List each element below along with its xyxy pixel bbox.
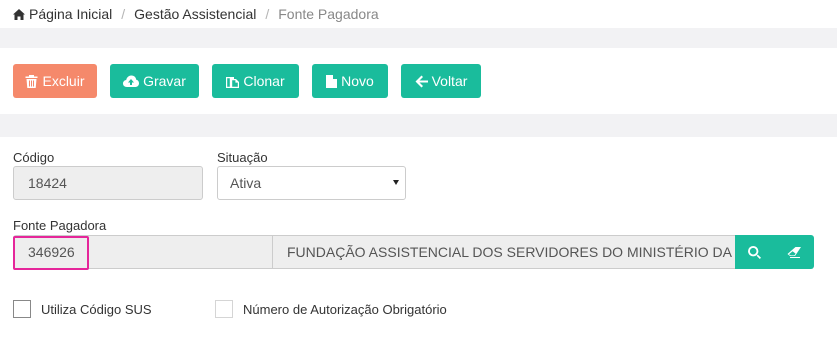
num-autorizacao-checkbox[interactable] [215,300,233,318]
gravar-button[interactable]: Gravar [110,64,199,98]
utiliza-sus-label: Utiliza Código SUS [41,302,152,317]
clonar-button[interactable]: Clonar [212,64,299,98]
novo-button-label: Novo [341,73,374,89]
fonte-pagadora-actions [735,235,814,269]
num-autorizacao-label: Número de Autorização Obrigatório [243,302,447,317]
breadcrumb-current: Fonte Pagadora [278,6,379,22]
situacao-selected-value: Ativa [230,175,262,191]
copy-icon [226,76,240,88]
codigo-field[interactable]: 18424 [13,166,203,200]
search-icon [748,245,761,259]
arrow-left-icon [415,75,428,87]
action-toolbar: Excluir Gravar Clonar Novo Voltar [0,48,837,114]
home-icon [13,8,25,20]
highlight-box [13,236,89,270]
excluir-button-label: Excluir [42,73,85,89]
fonte-pagadora-label: Fonte Pagadora [13,218,107,233]
divider-band [0,114,837,137]
cloud-upload-icon [123,75,140,87]
divider-band [0,28,837,48]
clear-button[interactable] [774,235,813,269]
gravar-button-label: Gravar [143,73,186,89]
search-button[interactable] [735,235,774,269]
file-icon [326,74,338,88]
breadcrumb: Página Inicial / Gestão Assistencial / F… [0,0,837,28]
breadcrumb-separator: / [121,6,126,22]
situacao-label: Situação [217,150,268,165]
excluir-button[interactable]: Excluir [13,64,97,98]
codigo-label: Código [13,150,55,165]
codigo-value: 18424 [28,175,67,191]
fonte-pagadora-name-field[interactable]: FUNDAÇÃO ASSISTENCIAL DOS SERVIDORES DO … [272,235,736,269]
breadcrumb-separator: / [265,6,270,22]
breadcrumb-section-link[interactable]: Gestão Assistencial [134,6,256,22]
fonte-pagadora-name-value: FUNDAÇÃO ASSISTENCIAL DOS SERVIDORES DO … [287,244,736,260]
chevron-down-icon [393,180,399,185]
voltar-button-label: Voltar [431,73,468,89]
voltar-button[interactable]: Voltar [401,64,481,98]
situacao-select[interactable]: Ativa [217,166,406,200]
clonar-button-label: Clonar [243,73,285,89]
novo-button[interactable]: Novo [312,64,388,98]
utiliza-sus-checkbox[interactable] [13,300,31,318]
trash-icon [25,74,38,88]
breadcrumb-home-link[interactable]: Página Inicial [29,6,112,22]
eraser-icon [787,246,801,258]
